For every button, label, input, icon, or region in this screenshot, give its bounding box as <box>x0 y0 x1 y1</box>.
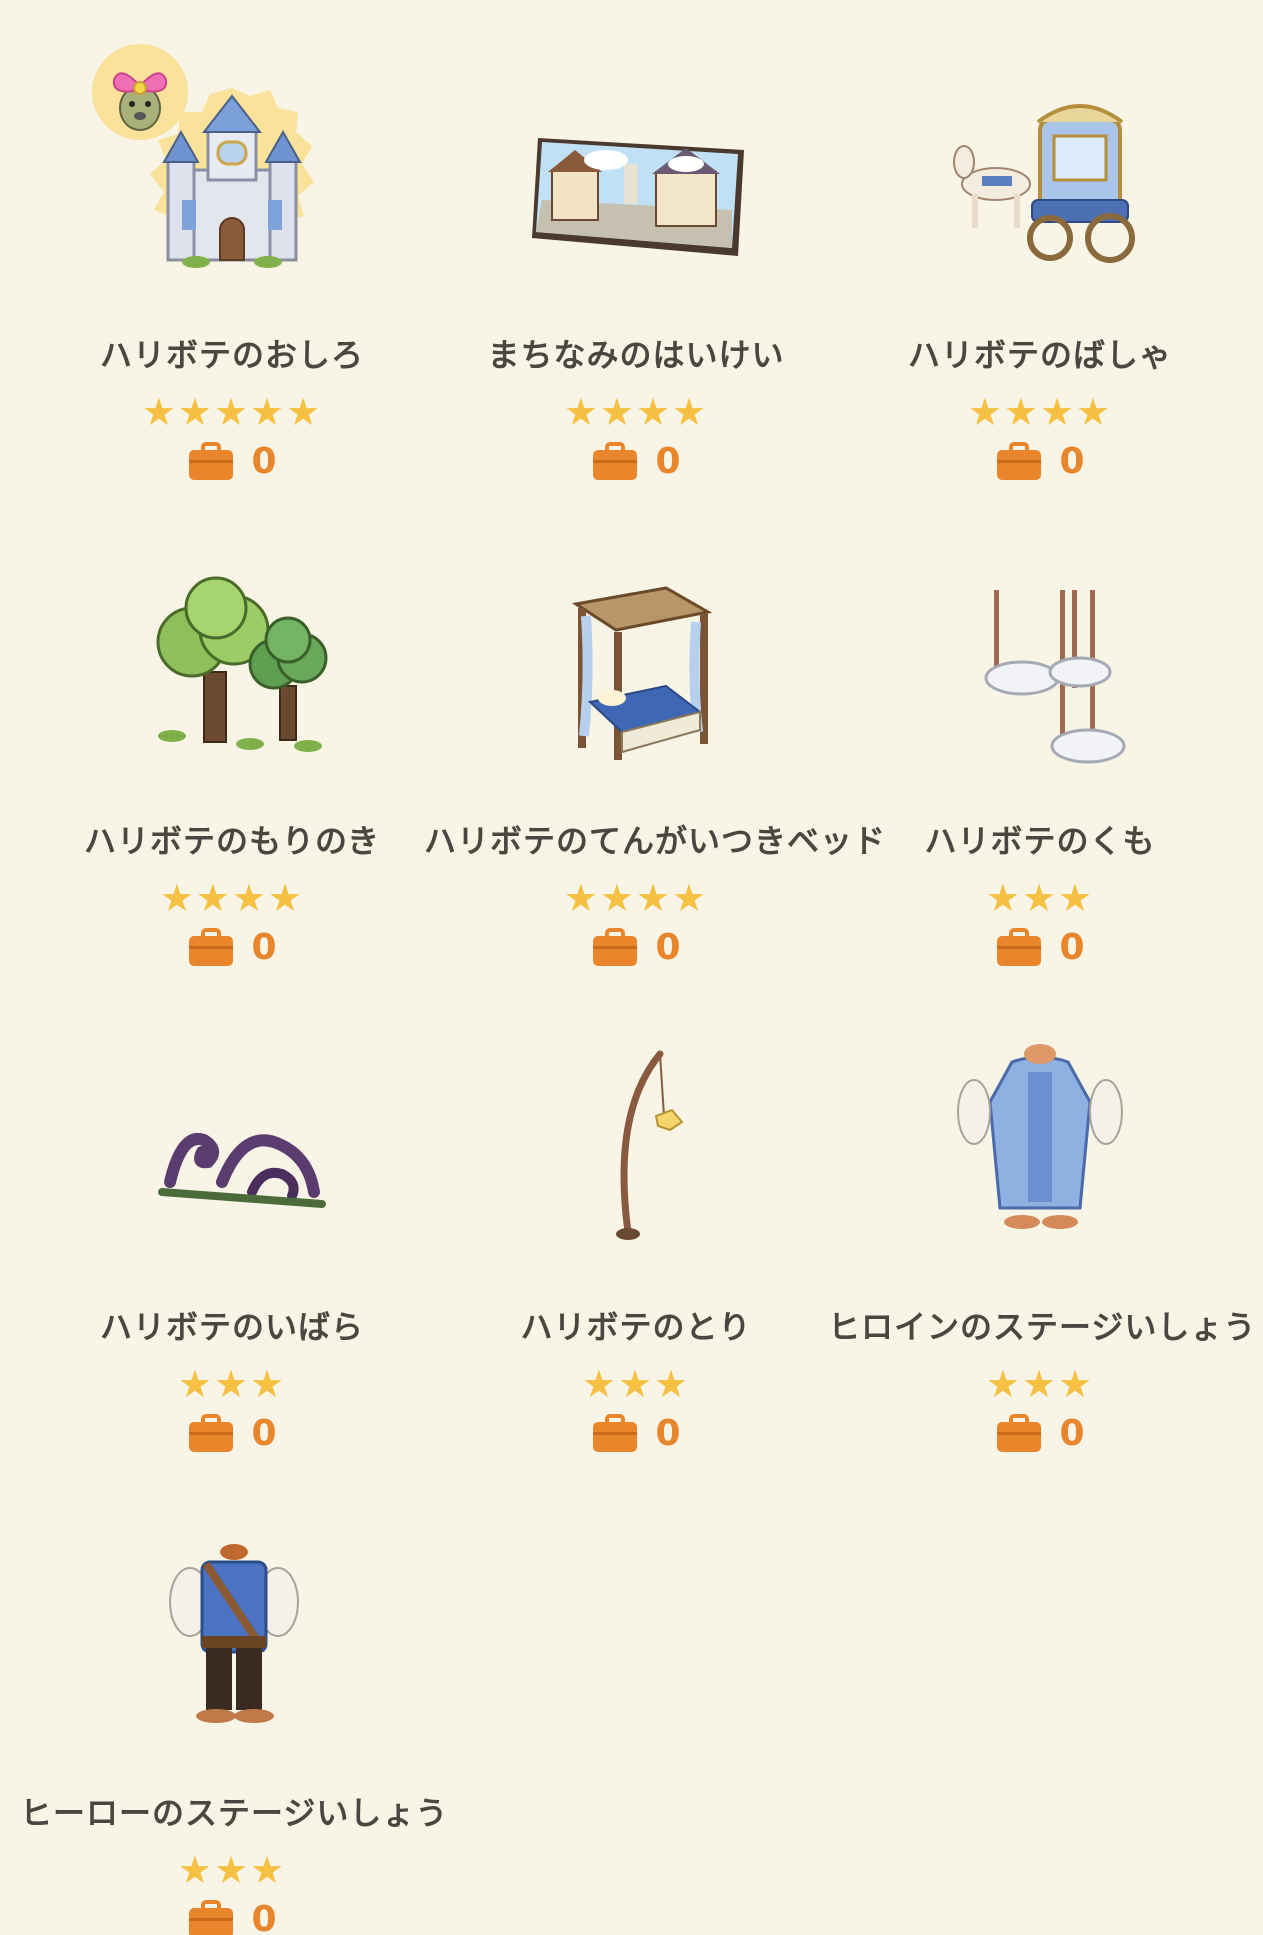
owned-count: 0 <box>838 928 1242 968</box>
item-card[interactable]: ハリボテのもりのき ★★★★ 0 <box>30 516 434 968</box>
bag-icon <box>997 442 1042 480</box>
count-value: 0 <box>1059 927 1085 968</box>
rating-stars: ★★★★★ <box>141 390 323 434</box>
hero-outfit-icon <box>112 1518 352 1758</box>
bag-icon <box>593 442 638 480</box>
rating-stars: ★★★★ <box>159 876 305 920</box>
item-name: ハリボテのくも <box>924 822 1156 860</box>
thorns-icon <box>112 1032 352 1272</box>
bag-icon <box>189 1414 234 1452</box>
item-name: ハリボテのおしろ <box>99 336 364 374</box>
owned-count: 0 <box>30 1900 434 1935</box>
bag-icon <box>189 442 234 480</box>
forest-trees-icon <box>112 546 352 786</box>
count-value: 0 <box>655 1413 681 1454</box>
owned-count: 0 <box>30 928 434 968</box>
item-name: ヒロインのステージいしょう <box>828 1308 1257 1346</box>
item-name: ヒーローのステージいしょう <box>20 1794 449 1832</box>
bag-icon <box>189 928 234 966</box>
canopy-bed-icon <box>516 546 756 786</box>
count-value: 0 <box>655 441 681 482</box>
bag-icon <box>189 1900 234 1935</box>
item-name: ハリボテのとり <box>520 1308 752 1346</box>
item-name: まちなみのはいけい <box>487 336 785 374</box>
rating-stars: ★★★ <box>985 876 1095 920</box>
heroine-dress-icon <box>920 1032 1160 1272</box>
item-card[interactable]: ハリボテのとり ★★★ 0 <box>434 1002 838 1454</box>
count-value: 0 <box>1059 1413 1085 1454</box>
rating-stars: ★★★★ <box>967 390 1113 434</box>
bag-icon <box>997 928 1042 966</box>
rating-stars: ★★★★ <box>563 876 709 920</box>
item-name: ハリボテのいばら <box>99 1308 364 1346</box>
count-value: 0 <box>1059 441 1085 482</box>
rating-stars: ★★★ <box>985 1362 1095 1406</box>
owned-count: 0 <box>434 1414 838 1454</box>
mouse-villager-with-pink-bow-icon <box>92 44 188 140</box>
rating-stars: ★★★ <box>581 1362 691 1406</box>
item-card[interactable]: ハリボテのくも ★★★ 0 <box>838 516 1242 968</box>
owned-count: 0 <box>434 442 838 482</box>
item-card[interactable]: ハリボテのいばら ★★★ 0 <box>30 1002 434 1454</box>
town-backdrop-icon <box>516 60 756 300</box>
rating-stars: ★★★★ <box>563 390 709 434</box>
item-card[interactable]: ハリボテのおしろ ★★★★★ 0 <box>30 30 434 482</box>
item-card[interactable]: ヒロインのステージいしょう ★★★ 0 <box>828 1002 1255 1454</box>
count-value: 0 <box>251 441 277 482</box>
owned-count: 0 <box>30 442 434 482</box>
item-name: ハリボテのもりのき <box>83 822 381 860</box>
owned-count: 0 <box>434 928 838 968</box>
hanging-clouds-icon <box>920 546 1160 786</box>
item-card[interactable]: ハリボテのばしゃ ★★★★ 0 <box>838 30 1242 482</box>
count-value: 0 <box>251 1899 277 1935</box>
item-grid: ハリボテのおしろ ★★★★★ 0 まちなみのはいけい ★★★★ 0 ハリボテのば… <box>0 0 1263 1935</box>
item-name: ハリボテのばしゃ <box>907 336 1172 374</box>
bird-on-pole-icon <box>516 1032 756 1272</box>
owned-count: 0 <box>30 1414 434 1454</box>
item-card[interactable]: まちなみのはいけい ★★★★ 0 <box>434 30 838 482</box>
owned-count: 0 <box>838 442 1242 482</box>
count-value: 0 <box>655 927 681 968</box>
rating-stars: ★★★ <box>177 1362 287 1406</box>
bag-icon <box>997 1414 1042 1452</box>
bag-icon <box>593 1414 638 1452</box>
carriage-icon <box>920 60 1160 300</box>
rating-stars: ★★★ <box>177 1848 287 1892</box>
count-value: 0 <box>251 927 277 968</box>
item-card[interactable]: ヒーローのステージいしょう ★★★ 0 <box>20 1488 447 1935</box>
item-card[interactable]: ハリボテのてんがいつきベッド ★★★★ 0 <box>424 516 885 968</box>
count-value: 0 <box>251 1413 277 1454</box>
owned-count: 0 <box>838 1414 1242 1454</box>
bag-icon <box>593 928 638 966</box>
item-name: ハリボテのてんがいつきベッド <box>424 822 887 860</box>
